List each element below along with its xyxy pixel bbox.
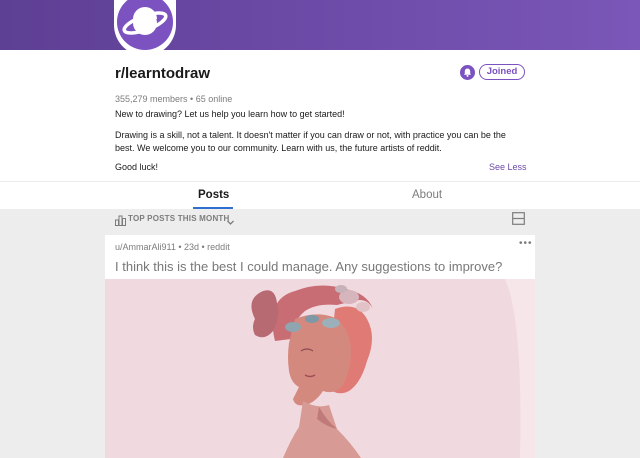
tab-about[interactable]: About xyxy=(412,189,442,201)
post-meta: u/AmmarAli911 • 23d • reddit xyxy=(115,242,230,252)
sort-label: TOP POSTS THIS MONTH xyxy=(128,214,230,223)
planet-icon xyxy=(117,0,173,50)
tab-posts[interactable]: Posts xyxy=(198,189,229,201)
description-line: New to drawing? Let us help you learn ho… xyxy=(115,109,345,119)
description-signoff: Good luck! xyxy=(115,162,159,172)
top-posts-icon xyxy=(115,213,126,231)
post-image[interactable] xyxy=(105,279,535,458)
subreddit-avatar[interactable] xyxy=(114,0,176,56)
divider xyxy=(0,181,640,182)
joined-button[interactable]: Joined xyxy=(479,64,525,80)
card-layout-icon[interactable] xyxy=(512,212,525,230)
subreddit-name: r/learntodraw xyxy=(115,65,211,82)
see-less-link[interactable]: See Less xyxy=(489,162,527,172)
subreddit-banner xyxy=(0,0,640,50)
post-card[interactable]: u/AmmarAli911 • 23d • reddit ••• I think… xyxy=(105,235,535,458)
description-paragraph: Drawing is a skill, not a talent. It doe… xyxy=(115,130,506,153)
bell-icon[interactable] xyxy=(460,65,475,80)
chevron-down-icon xyxy=(226,214,235,232)
member-count: 355,279 members • 65 online xyxy=(115,94,233,104)
post-title[interactable]: I think this is the best I could manage.… xyxy=(115,259,529,274)
more-icon[interactable]: ••• xyxy=(519,238,533,249)
